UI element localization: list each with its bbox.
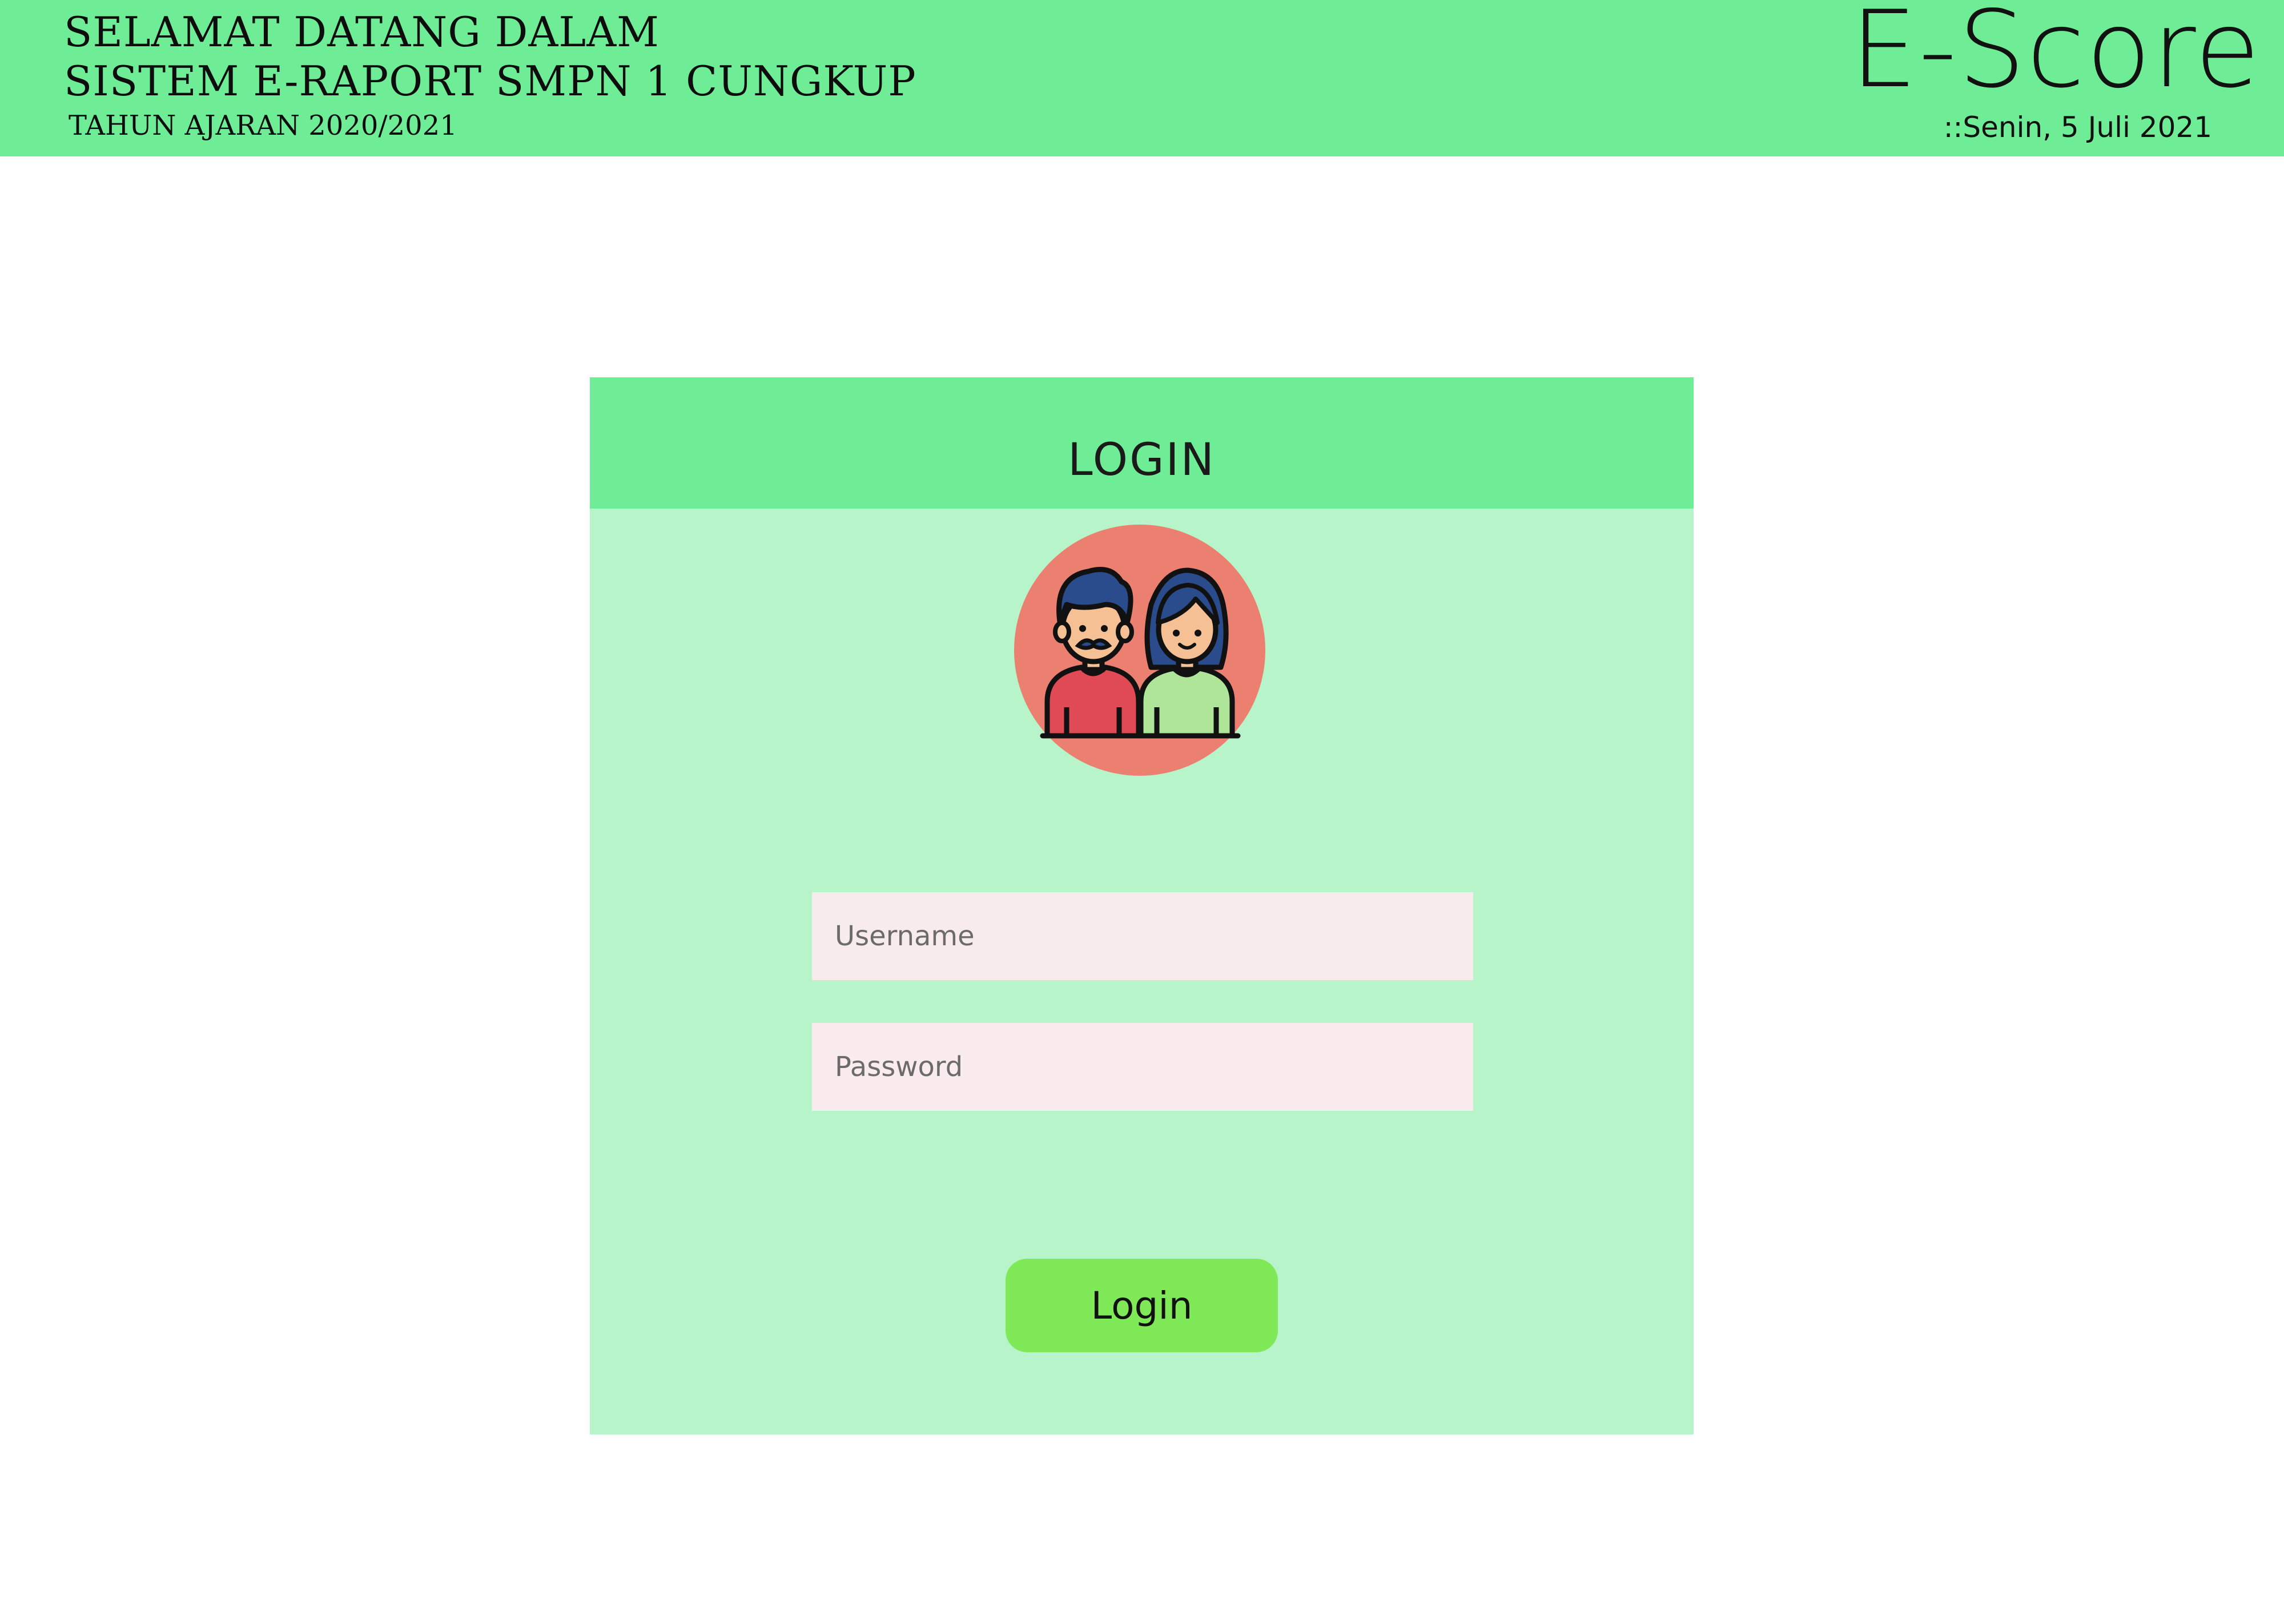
- login-card-header: LOGIN: [590, 377, 1694, 509]
- welcome-text-line-1: SELAMAT DATANG DALAM: [64, 8, 660, 56]
- login-page: SELAMAT DATANG DALAM SISTEM E-RAPORT SMP…: [0, 0, 2284, 1624]
- users-couple-icon: [1014, 525, 1265, 776]
- password-input[interactable]: [812, 1023, 1473, 1111]
- school-year-text: TAHUN AJARAN 2020/2021: [69, 110, 457, 142]
- login-button[interactable]: Login: [1006, 1259, 1278, 1352]
- login-title: LOGIN: [1068, 434, 1216, 486]
- username-input[interactable]: [812, 892, 1473, 980]
- top-header: SELAMAT DATANG DALAM SISTEM E-RAPORT SMP…: [0, 0, 2284, 156]
- current-date: ::Senin, 5 Juli 2021: [1943, 111, 2212, 144]
- login-card: LOGIN Username Login: [590, 377, 1694, 1434]
- brand-logo-text: E-Score: [1850, 0, 2261, 111]
- welcome-text-line-2: SISTEM E-RAPORT SMPN 1 CUNGKUP: [64, 57, 916, 105]
